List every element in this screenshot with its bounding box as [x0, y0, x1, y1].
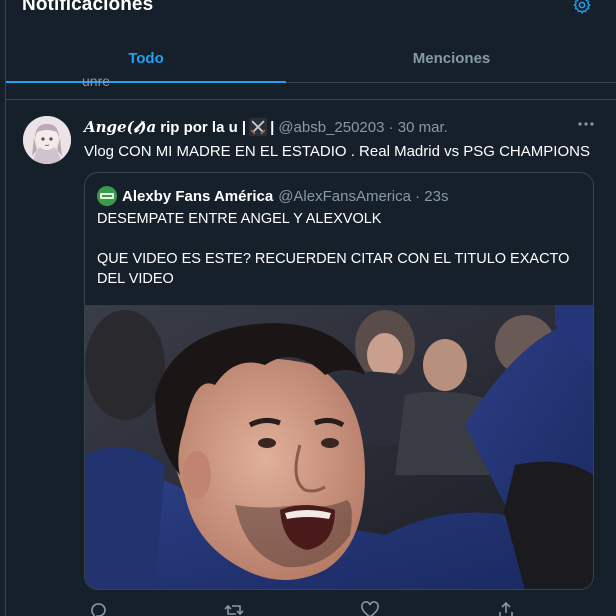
quoted-tweet-header: Alexby Fans América @AlexFansAmerica · 2… — [97, 186, 448, 206]
avatar-image — [23, 116, 71, 164]
crossed-swords-icon — [249, 118, 268, 136]
tab-menciones[interactable]: Menciones — [286, 33, 616, 83]
tab-todo-label: Todo — [128, 49, 164, 67]
tweet-actions — [84, 600, 594, 616]
author-name-end: | — [270, 118, 275, 136]
stadium-crowd-photo — [85, 305, 593, 589]
divider — [6, 99, 616, 100]
author-name[interactable]: rip por la u | — [160, 119, 246, 136]
quoted-author-handle-time: @AlexFansAmerica · 23s — [278, 187, 449, 205]
quoted-line-2: QUE VIDEO ES ESTE? RECUERDEN CITAR CON E… — [97, 251, 570, 287]
tab-menciones-label: Menciones — [412, 49, 491, 67]
share-icon[interactable] — [496, 600, 516, 616]
tab-todo[interactable]: Todo — [6, 33, 286, 83]
reply-icon[interactable] — [88, 600, 108, 616]
author-handle-time[interactable]: @absb_250203 · 30 mar. — [278, 119, 448, 136]
quoted-tweet[interactable]: Alexby Fans América @AlexFansAmerica · 2… — [84, 172, 594, 590]
tweet-text: Vlog CON MI MADRE EN EL ESTADIO . Real M… — [84, 143, 590, 160]
quoted-tweet-text: DESEMPATE ENTRE ANGEL Y ALEXVOLK QUE VID… — [97, 209, 583, 289]
notifications-column: Notificaciones Todo Menciones unre 𝑨𝒏𝒈𝒆(… — [5, 0, 616, 616]
retweet-icon[interactable] — [224, 600, 244, 616]
quoted-line-1: DESEMPATE ENTRE ANGEL Y ALEXVOLK — [97, 211, 382, 227]
previous-notification-snippet: unre — [82, 74, 111, 86]
page-title: Notificaciones — [22, 0, 154, 15]
gear-icon[interactable] — [572, 0, 592, 15]
active-tab-indicator — [6, 81, 286, 83]
alexby-logo-icon — [100, 193, 114, 199]
quoted-author-name[interactable]: Alexby Fans América — [122, 188, 273, 205]
author-name-script[interactable]: 𝑨𝒏𝒈𝒆(𝓵)𝒂 — [84, 118, 156, 136]
quoted-author-avatar[interactable] — [97, 186, 117, 206]
tweet-header: 𝑨𝒏𝒈𝒆(𝓵)𝒂 rip por la u | | @absb_250203 ·… — [84, 118, 604, 136]
avatar[interactable] — [23, 116, 71, 164]
quoted-media-image[interactable] — [85, 305, 593, 589]
more-options-icon[interactable] — [576, 116, 596, 132]
like-icon[interactable] — [360, 600, 380, 616]
